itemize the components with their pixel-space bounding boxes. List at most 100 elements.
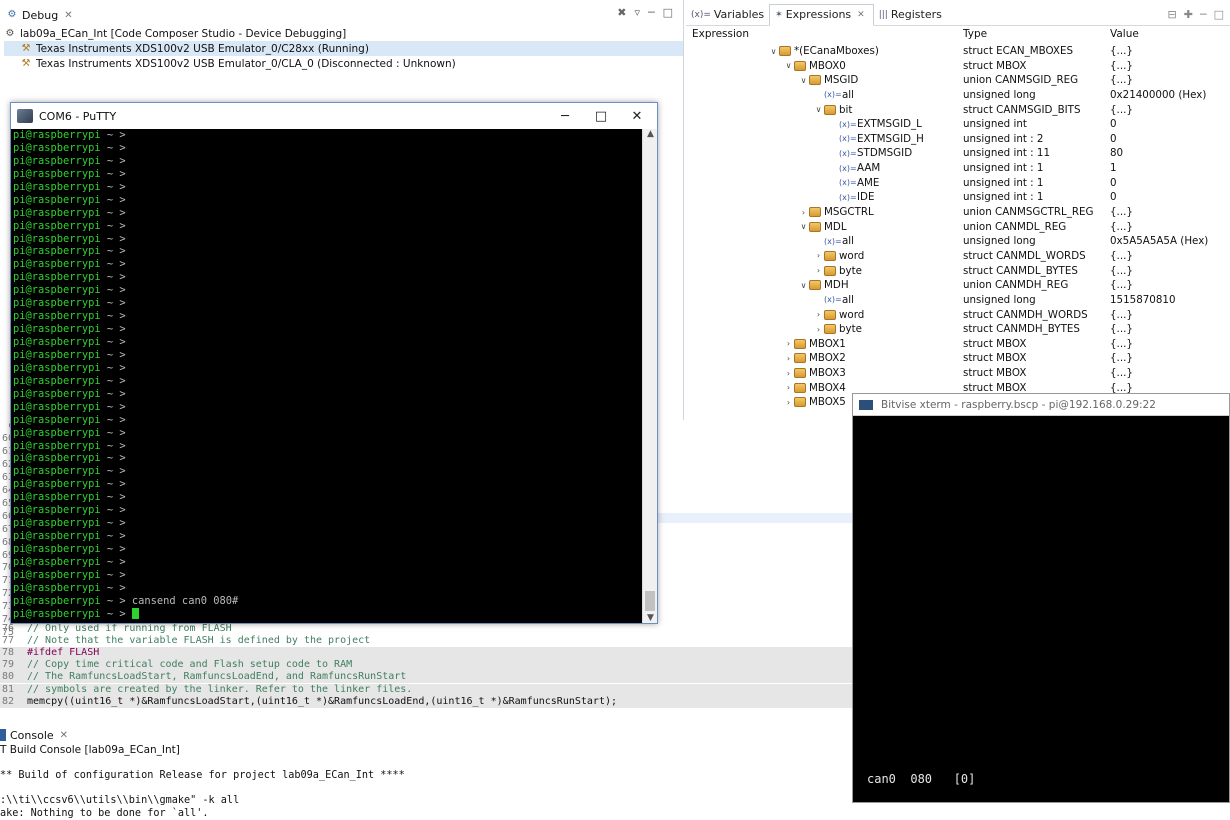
chevron-right-icon[interactable]: ›: [813, 266, 824, 275]
tab-registers[interactable]: ||| Registers: [874, 4, 947, 26]
debug-target-cla[interactable]: ⚒ Texas Instruments XDS100v2 USB Emulato…: [4, 56, 683, 71]
expression-row[interactable]: › byte struct CANMDL_BYTES {...}: [686, 264, 1230, 279]
debug-session-item[interactable]: ⚙ lab09a_ECan_Int [Code Composer Studio …: [4, 26, 683, 41]
close-button[interactable]: ✕: [619, 103, 655, 129]
expression-value[interactable]: {...}: [1110, 338, 1133, 350]
expression-value[interactable]: {...}: [1110, 323, 1133, 335]
scrollbar-thumb[interactable]: [645, 591, 655, 611]
expression-row[interactable]: ∨ bit struct CANMSGID_BITS {...}: [686, 103, 1230, 118]
expression-value[interactable]: {...}: [1110, 206, 1133, 218]
minimize-icon[interactable]: ─: [648, 6, 655, 19]
chevron-right-icon[interactable]: ›: [783, 369, 794, 378]
collapse-all-icon[interactable]: ⊟: [1168, 8, 1177, 21]
minimize-button[interactable]: ─: [547, 103, 583, 129]
expression-value[interactable]: 0: [1110, 118, 1117, 130]
expression-row[interactable]: ∨ MBOX0 struct MBOX {...}: [686, 59, 1230, 74]
chevron-right-icon[interactable]: ›: [813, 310, 824, 319]
expression-value[interactable]: 0x21400000 (Hex): [1110, 89, 1206, 101]
close-icon[interactable]: ✕: [60, 730, 68, 741]
chevron-right-icon[interactable]: ›: [813, 251, 824, 260]
expression-row[interactable]: › MBOX3 struct MBOX {...}: [686, 366, 1230, 381]
expression-value[interactable]: 80: [1110, 147, 1123, 159]
expression-row[interactable]: (x)= IDE unsigned int : 1 0: [686, 190, 1230, 205]
expression-row[interactable]: ∨ MSGID union CANMSGID_REG {...}: [686, 73, 1230, 88]
chevron-down-icon[interactable]: ∨: [798, 76, 809, 85]
expression-value[interactable]: 0x5A5A5A5A (Hex): [1110, 235, 1208, 247]
expression-value[interactable]: 0: [1110, 177, 1117, 189]
expression-row[interactable]: › MBOX2 struct MBOX {...}: [686, 351, 1230, 366]
expression-value[interactable]: {...}: [1110, 45, 1133, 57]
chevron-down-icon[interactable]: ∨: [798, 222, 809, 231]
expression-row[interactable]: (x)= all unsigned long 0x21400000 (Hex): [686, 88, 1230, 103]
expression-value[interactable]: {...}: [1110, 309, 1133, 321]
expression-row[interactable]: (x)= all unsigned long 1515870810: [686, 293, 1230, 308]
chevron-down-icon[interactable]: ∨: [798, 281, 809, 290]
expression-value[interactable]: {...}: [1110, 104, 1133, 116]
close-icon[interactable]: ✕: [64, 10, 72, 21]
chevron-down-icon[interactable]: ∨: [783, 61, 794, 70]
expression-value[interactable]: {...}: [1110, 221, 1133, 233]
debug-target-c28xx[interactable]: ⚒ Texas Instruments XDS100v2 USB Emulato…: [4, 41, 683, 56]
tab-variables[interactable]: (x)= Variables: [686, 4, 769, 26]
expression-row[interactable]: › word struct CANMDL_WORDS {...}: [686, 249, 1230, 264]
expression-value[interactable]: {...}: [1110, 279, 1133, 291]
code-line[interactable]: 80 // The RamfuncsLoadStart, RamfuncsLoad…: [0, 671, 852, 684]
column-value[interactable]: Value: [1110, 28, 1139, 40]
chevron-down-icon[interactable]: ∨: [813, 105, 824, 114]
expression-row[interactable]: ∨ MDH union CANMDH_REG {...}: [686, 278, 1230, 293]
expression-value[interactable]: 1: [1110, 162, 1117, 174]
code-line[interactable]: 77 // Note that the variable FLASH is def…: [0, 635, 852, 647]
code-line[interactable]: 78 #ifdef FLASH: [0, 647, 852, 660]
expression-row[interactable]: ∨ MDL union CANMDL_REG {...}: [686, 220, 1230, 235]
expression-row[interactable]: (x)= AAM unsigned int : 1 1: [686, 161, 1230, 176]
putty-terminal[interactable]: pi@raspberrypi ~ > pi@raspberrypi ~ > pi@r…: [11, 129, 643, 623]
expression-value[interactable]: 0: [1110, 133, 1117, 145]
expression-value[interactable]: 1515870810: [1110, 294, 1176, 306]
code-line[interactable]: 79 // Copy time critical code and Flash s…: [0, 659, 852, 672]
expression-row[interactable]: (x)= EXTMSGID_H unsigned int : 2 0: [686, 132, 1230, 147]
chevron-right-icon[interactable]: ›: [783, 398, 794, 407]
putty-window[interactable]: COM6 - PuTTY ─ □ ✕ pi@raspberrypi ~ > pi@…: [10, 102, 658, 624]
scroll-up-icon[interactable]: ▲: [643, 129, 658, 139]
chevron-right-icon[interactable]: ›: [783, 354, 794, 363]
chevron-right-icon[interactable]: ›: [783, 383, 794, 392]
close-icon[interactable]: ✕: [857, 10, 865, 20]
chevron-down-icon[interactable]: ∨: [768, 47, 779, 56]
expression-value[interactable]: {...}: [1110, 60, 1133, 72]
maximize-button[interactable]: □: [583, 103, 619, 129]
tab-console[interactable]: Console ✕: [0, 726, 68, 744]
expression-row[interactable]: (x)= EXTMSGID_L unsigned int 0: [686, 117, 1230, 132]
column-type[interactable]: Type: [963, 28, 987, 40]
expression-value[interactable]: {...}: [1110, 367, 1133, 379]
tab-expressions[interactable]: ✶ Expressions ✕: [769, 3, 874, 26]
expression-row[interactable]: › word struct CANMDH_WORDS {...}: [686, 308, 1230, 323]
expression-value[interactable]: {...}: [1110, 265, 1133, 277]
disconnect-icon[interactable]: ✖: [617, 6, 626, 19]
maximize-icon[interactable]: □: [1214, 8, 1224, 21]
view-menu-icon[interactable]: ▿: [634, 6, 640, 19]
expression-row[interactable]: ∨ *(ECanaMboxes) struct ECAN_MBOXES {...}: [686, 44, 1230, 59]
minimize-icon[interactable]: ─: [1200, 8, 1207, 21]
expression-row[interactable]: › byte struct CANMDH_BYTES {...}: [686, 322, 1230, 337]
expression-value[interactable]: {...}: [1110, 250, 1133, 262]
expression-value[interactable]: {...}: [1110, 74, 1133, 86]
bitvise-xterm-window[interactable]: Bitvise xterm - raspberry.bscp - pi@192.…: [852, 393, 1230, 803]
code-line[interactable]: 82 memcpy((uint16_t *)&RamfuncsLoadStart,…: [0, 695, 852, 708]
expression-row[interactable]: (x)= all unsigned long 0x5A5A5A5A (Hex): [686, 234, 1230, 249]
tab-debug[interactable]: ⚙ Debug ✕: [0, 4, 79, 26]
expression-value[interactable]: 0: [1110, 191, 1117, 203]
scroll-down-icon[interactable]: ▼: [643, 613, 658, 623]
chevron-right-icon[interactable]: ›: [798, 208, 809, 217]
maximize-icon[interactable]: □: [663, 6, 673, 19]
code-line[interactable]: 81 // symbols are created by the linker. …: [0, 683, 852, 696]
chevron-right-icon[interactable]: ›: [813, 325, 824, 334]
expression-row[interactable]: (x)= STDMSGID unsigned int : 11 80: [686, 146, 1230, 161]
code-line[interactable]: 76 // Only used if running from FLASH: [0, 623, 852, 635]
expression-value[interactable]: {...}: [1110, 382, 1133, 394]
expression-row[interactable]: › MBOX1 struct MBOX {...}: [686, 337, 1230, 352]
expression-value[interactable]: {...}: [1110, 352, 1133, 364]
putty-scrollbar[interactable]: ▲ ▼: [642, 129, 657, 623]
expression-row[interactable]: (x)= AME unsigned int : 1 0: [686, 176, 1230, 191]
chevron-right-icon[interactable]: ›: [783, 339, 794, 348]
column-expression[interactable]: Expression: [692, 28, 749, 40]
